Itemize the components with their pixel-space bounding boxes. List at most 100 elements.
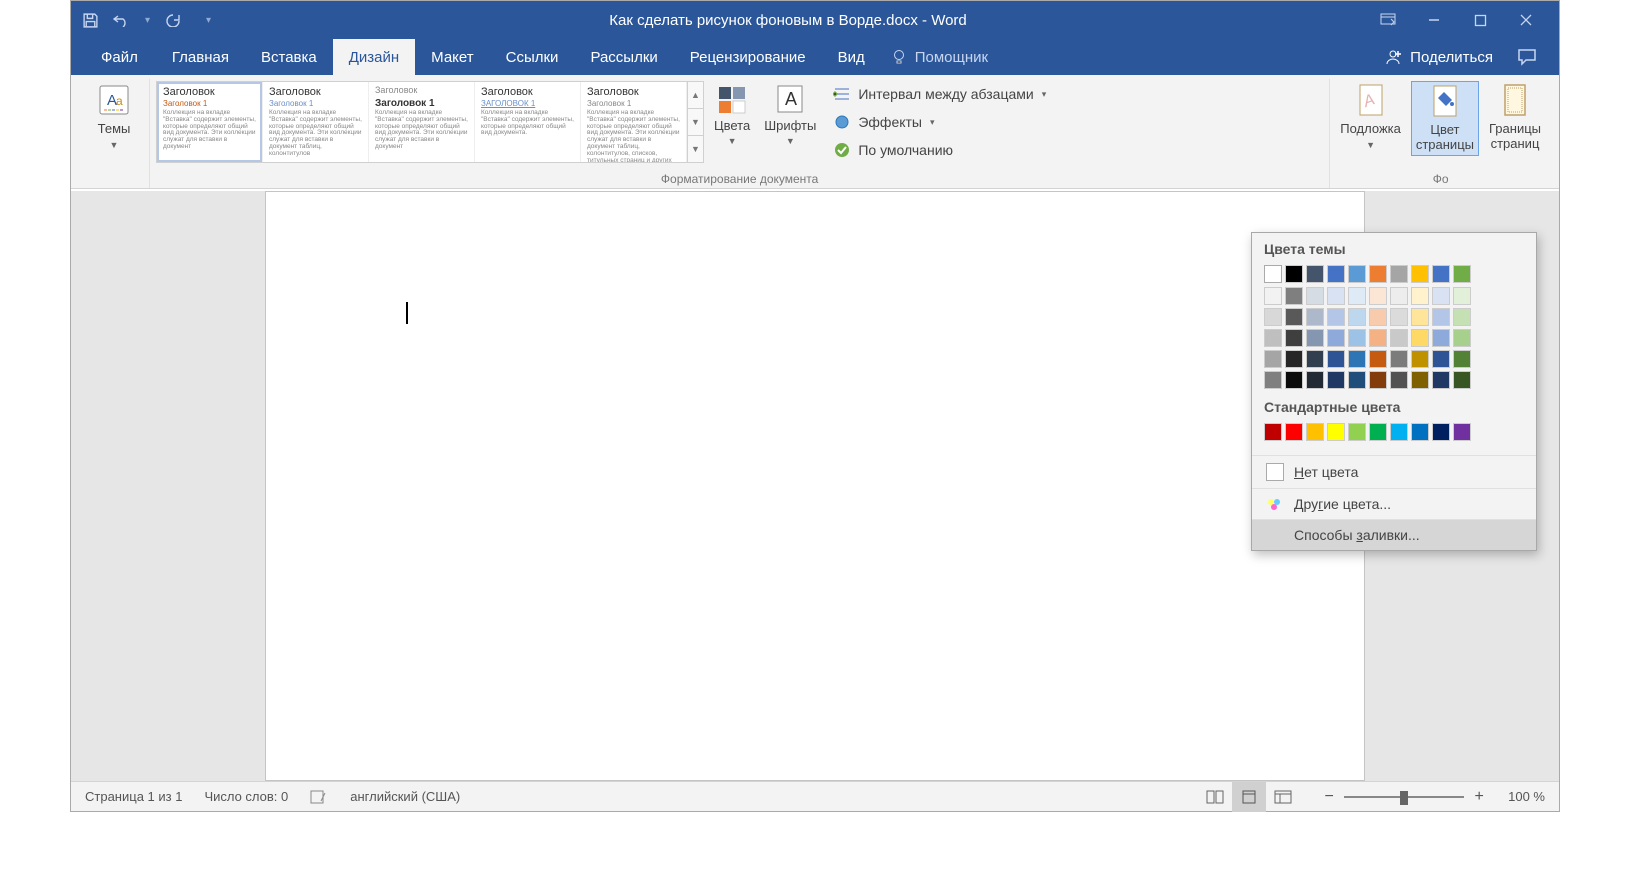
color-swatch[interactable] [1432,329,1450,347]
zoom-slider[interactable] [1344,796,1464,798]
color-swatch[interactable] [1348,329,1366,347]
color-swatch[interactable] [1264,287,1282,305]
save-icon[interactable] [81,11,99,29]
minimize-icon[interactable] [1411,1,1457,39]
word-count[interactable]: Число слов: 0 [204,789,288,804]
color-swatch[interactable] [1369,287,1387,305]
spell-check-icon[interactable] [310,789,328,805]
colors-button[interactable]: Цвета ▼ [710,81,754,148]
color-swatch[interactable] [1306,287,1324,305]
color-swatch[interactable] [1411,287,1429,305]
watermark-button[interactable]: A Подложка ▼ [1336,81,1405,152]
color-swatch[interactable] [1264,265,1282,283]
fonts-button[interactable]: A Шрифты ▼ [760,81,820,148]
color-swatch[interactable] [1306,371,1324,389]
color-swatch[interactable] [1264,329,1282,347]
color-swatch[interactable] [1432,308,1450,326]
color-swatch[interactable] [1390,308,1408,326]
color-swatch[interactable] [1390,329,1408,347]
color-swatch[interactable] [1327,371,1345,389]
set-default-button[interactable]: По умолчанию [832,137,1046,163]
zoom-in-icon[interactable]: + [1472,788,1486,806]
color-swatch[interactable] [1432,265,1450,283]
more-colors-item[interactable]: Другие цвета... [1252,488,1536,519]
effects-button[interactable]: Эффекты ▾ [832,109,1046,135]
fill-effects-item[interactable]: Способы заливки... [1252,519,1536,550]
color-swatch[interactable] [1285,350,1303,368]
maximize-icon[interactable] [1457,1,1503,39]
color-swatch[interactable] [1390,350,1408,368]
color-swatch[interactable] [1264,308,1282,326]
color-swatch[interactable] [1411,371,1429,389]
color-swatch[interactable] [1411,350,1429,368]
page-info[interactable]: Страница 1 из 1 [85,789,182,804]
color-swatch[interactable] [1306,423,1324,441]
color-swatch[interactable] [1369,308,1387,326]
close-icon[interactable] [1503,1,1549,39]
color-swatch[interactable] [1327,265,1345,283]
gallery-scrollbar[interactable]: ▲ ▼ ▼ [688,81,704,163]
gallery-item[interactable]: Заголовок ЗАГОЛОВОК 1 Коллекция на вклад… [475,82,581,162]
gallery-item[interactable]: Заголовок Заголовок 1 Коллекция на вклад… [263,82,369,162]
comments-icon[interactable] [1507,39,1547,75]
tab-file[interactable]: Файл [83,39,156,75]
gallery-item[interactable]: Заголовок Заголовок 1 Коллекция на вклад… [369,82,475,162]
color-swatch[interactable] [1327,308,1345,326]
color-swatch[interactable] [1453,287,1471,305]
color-swatch[interactable] [1285,423,1303,441]
color-swatch[interactable] [1327,329,1345,347]
color-swatch[interactable] [1390,287,1408,305]
color-swatch[interactable] [1264,371,1282,389]
color-swatch[interactable] [1264,350,1282,368]
color-swatch[interactable] [1306,308,1324,326]
color-swatch[interactable] [1411,329,1429,347]
redo-icon[interactable] [164,11,182,29]
color-swatch[interactable] [1306,265,1324,283]
color-swatch[interactable] [1390,423,1408,441]
color-swatch[interactable] [1411,265,1429,283]
color-swatch[interactable] [1369,350,1387,368]
color-swatch[interactable] [1453,371,1471,389]
color-swatch[interactable] [1285,371,1303,389]
color-swatch[interactable] [1432,371,1450,389]
share-button[interactable]: Поделиться [1370,39,1507,75]
color-swatch[interactable] [1348,308,1366,326]
color-swatch[interactable] [1369,371,1387,389]
gallery-item[interactable]: Заголовок Заголовок 1 Коллекция на вклад… [157,82,263,162]
tab-layout[interactable]: Макет [415,39,489,75]
color-swatch[interactable] [1369,329,1387,347]
color-swatch[interactable] [1453,308,1471,326]
color-swatch[interactable] [1348,371,1366,389]
page-borders-button[interactable]: Границы страниц [1485,81,1545,154]
color-swatch[interactable] [1348,423,1366,441]
paragraph-spacing-button[interactable]: Интервал между абзацами ▾ [832,81,1046,107]
color-swatch[interactable] [1390,265,1408,283]
page-color-button[interactable]: Цвет страницы [1411,81,1479,156]
color-swatch[interactable] [1327,287,1345,305]
tell-me-search[interactable]: Помощник [881,39,998,75]
color-swatch[interactable] [1369,265,1387,283]
undo-icon[interactable] [113,11,131,29]
tab-insert[interactable]: Вставка [245,39,333,75]
zoom-out-icon[interactable]: − [1322,788,1336,806]
themes-button[interactable]: Aa Темы ▼ [85,81,143,152]
zoom-slider-thumb[interactable] [1400,791,1408,805]
color-swatch[interactable] [1369,423,1387,441]
color-swatch[interactable] [1306,329,1324,347]
color-swatch[interactable] [1453,423,1471,441]
tab-mailings[interactable]: Рассылки [574,39,673,75]
color-swatch[interactable] [1327,423,1345,441]
color-swatch[interactable] [1348,350,1366,368]
color-swatch[interactable] [1285,308,1303,326]
gallery-scroll-up-icon[interactable]: ▲ [688,82,703,109]
read-mode-icon[interactable] [1198,782,1232,812]
color-swatch[interactable] [1306,350,1324,368]
color-swatch[interactable] [1432,423,1450,441]
tab-view[interactable]: Вид [822,39,881,75]
gallery-more-icon[interactable]: ▼ [688,136,703,162]
color-swatch[interactable] [1348,265,1366,283]
color-swatch[interactable] [1285,329,1303,347]
tab-review[interactable]: Рецензирование [674,39,822,75]
color-swatch[interactable] [1264,423,1282,441]
tab-design[interactable]: Дизайн [333,39,415,75]
